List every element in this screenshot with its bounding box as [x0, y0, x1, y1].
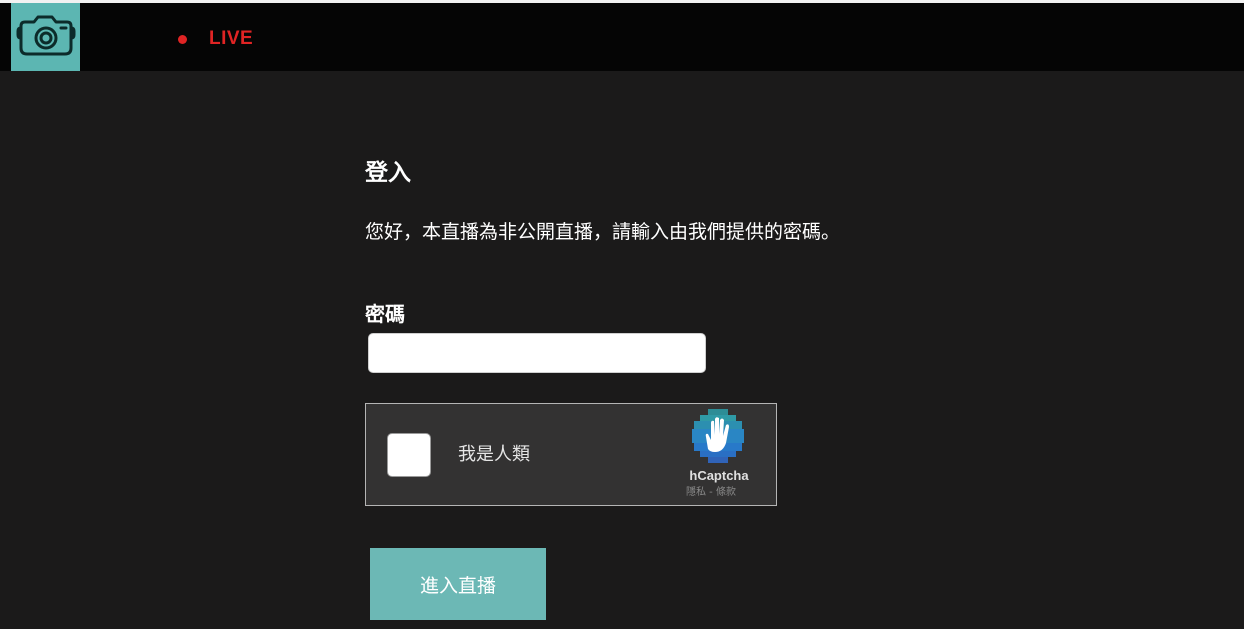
hcaptcha-brand: hCaptcha	[689, 468, 749, 483]
live-label: LIVE	[209, 28, 254, 49]
login-description: 您好，本直播為非公開直播，請輸入由我們提供的密碼。	[365, 221, 841, 243]
enter-live-button[interactable]: 進入直播	[370, 548, 546, 620]
hcaptcha-hand-icon[interactable]	[688, 407, 748, 467]
live-indicator: LIVE	[178, 25, 253, 53]
top-bar: LIVE	[0, 0, 1244, 71]
password-label: 密碼	[365, 302, 405, 326]
camera-icon	[16, 15, 75, 56]
captcha-privacy-terms-links[interactable]: 隱私 - 條款	[686, 486, 766, 500]
hcaptcha-widget: 我是人類 hCaptcha 隱私 - 條款	[365, 403, 777, 506]
site-logo[interactable]	[11, 3, 80, 71]
password-input[interactable]	[368, 333, 706, 373]
live-dot-icon	[178, 34, 187, 44]
login-form: 登入 您好，本直播為非公開直播，請輸入由我們提供的密碼。 密碼 我是人類 hCa…	[365, 155, 925, 620]
page-title: 登入	[365, 160, 411, 186]
captcha-checkbox-label: 我是人類	[458, 444, 530, 465]
captcha-checkbox[interactable]	[387, 433, 431, 477]
